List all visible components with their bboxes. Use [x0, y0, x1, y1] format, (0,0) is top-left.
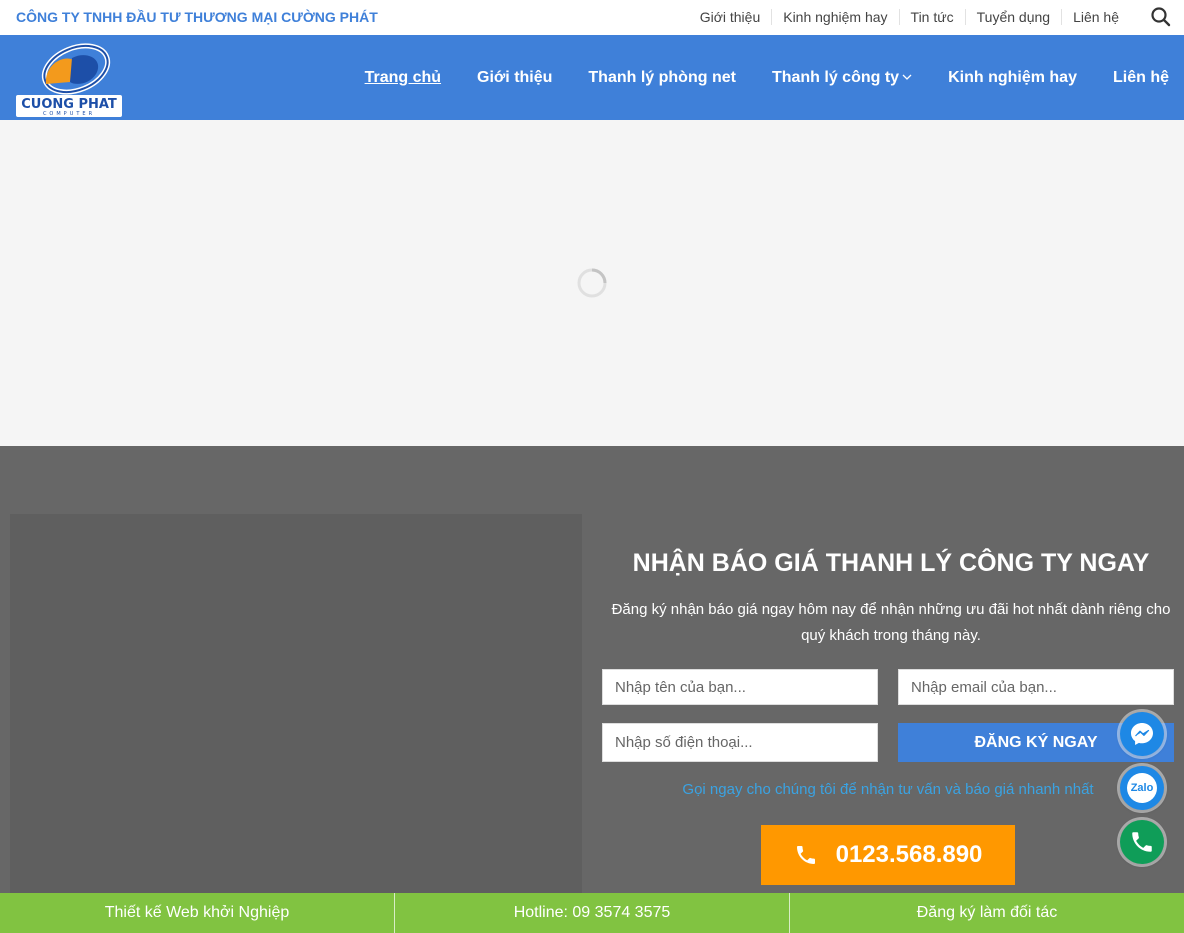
email-input[interactable]: [898, 669, 1174, 705]
zalo-icon: Zalo: [1127, 773, 1157, 803]
main-header: CUONG PHAT COMPUTER Trang chủ Giới thiệu…: [0, 35, 1184, 120]
top-bar: CÔNG TY TNHH ĐẦU TƯ THƯƠNG MẠI CƯỜNG PHÁ…: [0, 0, 1184, 35]
nav-kinh-nghiem-hay[interactable]: Kinh nghiệm hay: [948, 69, 1077, 87]
search-icon[interactable]: [1150, 6, 1172, 28]
call-note: Gọi ngay cho chúng tôi để nhận tư vấn và…: [682, 781, 1094, 798]
top-link-gioi-thieu[interactable]: Giới thiệu: [689, 9, 773, 25]
video-placeholder[interactable]: [10, 514, 582, 893]
messenger-icon: [1131, 723, 1153, 745]
nav-gioi-thieu-label: Giới thiệu: [477, 68, 553, 86]
form-description: Đăng ký nhận báo giá ngay hôm nay để nhậ…: [611, 601, 1171, 644]
top-link-tin-tuc[interactable]: Tin tức: [900, 9, 966, 25]
form-title: NHẬN BÁO GIÁ THANH LÝ CÔNG TY NGAY: [632, 549, 1150, 577]
loading-spinner-icon: [577, 268, 607, 298]
logo-text: CUONG PHAT: [21, 97, 117, 112]
nav-thanh-ly-cong-ty-label: Thanh lý công ty: [771, 68, 900, 86]
top-link-tuyen-dung[interactable]: Tuyển dụng: [966, 9, 1063, 25]
top-link-lien-he[interactable]: Liên hệ: [1062, 9, 1130, 25]
phone-icon: [796, 846, 815, 864]
nav-lien-he[interactable]: Liên hệ: [1113, 69, 1169, 87]
zalo-label: Zalo: [1130, 782, 1154, 794]
nav-gioi-thieu[interactable]: Giới thiệu: [477, 69, 552, 87]
zalo-button[interactable]: Zalo: [1120, 766, 1164, 810]
logo-subtext: COMPUTER: [43, 111, 95, 117]
name-input[interactable]: [602, 669, 878, 705]
phone-call-button[interactable]: 0123.568.890: [761, 825, 1015, 885]
chevron-down-icon: [902, 74, 912, 80]
nav-thanh-ly-cong-ty[interactable]: Thanh lý công ty: [772, 69, 912, 87]
bottom-link-hotline[interactable]: Hotline: 09 3574 3575: [395, 893, 790, 933]
nav-trang-chu[interactable]: Trang chủ: [365, 69, 441, 87]
company-name: CÔNG TY TNHH ĐẦU TƯ THƯƠNG MẠI CƯỜNG PHÁ…: [16, 9, 378, 25]
messenger-button[interactable]: [1120, 712, 1164, 756]
logo[interactable]: CUONG PHAT COMPUTER: [14, 38, 124, 118]
bottom-link-dang-ky-doi-tac[interactable]: Đăng ký làm đối tác: [790, 893, 1184, 933]
top-link-kinh-nghiem-hay[interactable]: Kinh nghiệm hay: [772, 9, 900, 25]
nav-lien-he-label: Liên hệ: [1112, 68, 1169, 86]
nav-thanh-ly-phong-net-label: Thanh lý phòng net: [588, 68, 736, 86]
phone-number: 0123.568.890: [835, 841, 983, 868]
nav-thanh-ly-phong-net[interactable]: Thanh lý phòng net: [588, 69, 736, 87]
top-links: Giới thiệu Kinh nghiệm hay Tin tức Tuyển…: [689, 9, 1130, 25]
main-nav: Trang chủ Giới thiệu Thanh lý phòng net …: [329, 35, 1169, 120]
nav-kinh-nghiem-hay-label: Kinh nghiệm hay: [948, 68, 1077, 86]
bottom-bar: Thiết kế Web khởi Nghiệp Hotline: 09 357…: [0, 893, 1184, 933]
nav-trang-chu-label: Trang chủ: [364, 68, 442, 86]
phone-icon: [1132, 832, 1152, 852]
phone-input[interactable]: [602, 723, 878, 762]
phone-float-button[interactable]: [1120, 820, 1164, 864]
bottom-link-thiet-ke-web[interactable]: Thiết kế Web khởi Nghiệp: [0, 893, 395, 933]
